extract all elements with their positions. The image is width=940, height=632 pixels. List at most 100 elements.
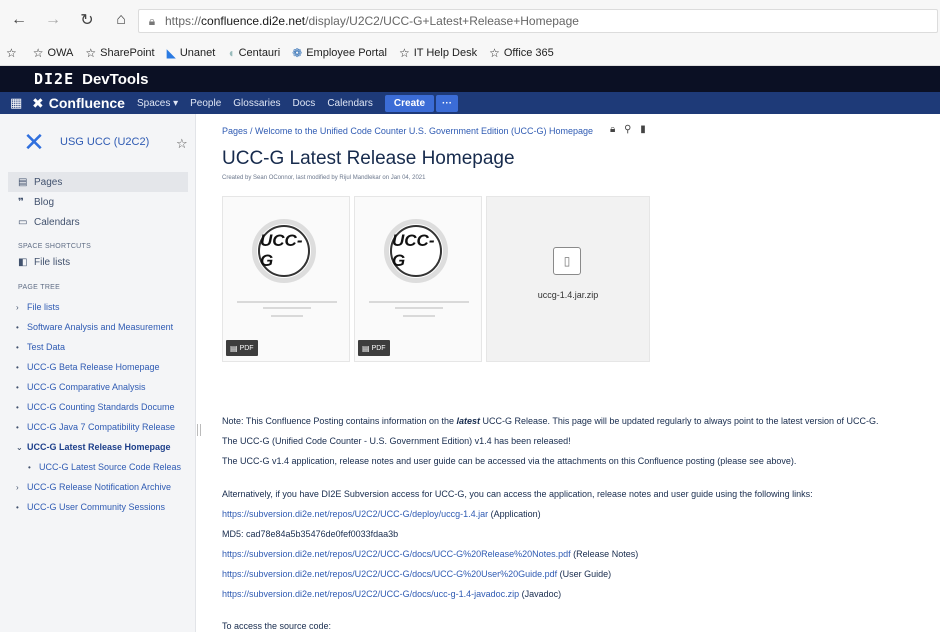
javadoc-link-line: https://subversion.di2e.net/repos/U2C2/U… <box>222 589 562 599</box>
favorite-unanet[interactable]: ◣ Unanet <box>167 46 216 60</box>
attachment-release-notes[interactable]: UCC-G ▤ PDF <box>222 196 350 362</box>
url-host: confluence.di2e.net <box>201 14 306 28</box>
tree-item[interactable]: • UCC-G Comparative Analysis <box>16 382 192 392</box>
space-header[interactable]: ✕ USG UCC (U2C2) <box>20 126 149 157</box>
attachments-icon[interactable]: ⚲ <box>624 124 631 135</box>
sidebar-item-pages[interactable]: ▤ Pages <box>8 172 188 192</box>
bullet-icon: • <box>16 322 19 332</box>
release-notes-link-line: https://subversion.di2e.net/repos/U2C2/U… <box>222 549 639 559</box>
tree-item[interactable]: › UCC-G Release Notification Archive <box>16 482 192 492</box>
jar-link-line: https://subversion.di2e.net/repos/U2C2/U… <box>222 509 541 519</box>
page-tree-heading: PAGE TREE <box>18 284 61 291</box>
bullet-icon: • <box>16 422 19 432</box>
zip-file-icon: ▯ <box>553 247 581 275</box>
favorites-star-icon[interactable]: ☆ <box>6 46 21 60</box>
doc-text-line <box>395 307 443 309</box>
tree-item[interactable]: • UCC-G Counting Standards Docume <box>16 402 192 412</box>
tree-item[interactable]: › File lists <box>16 302 192 312</box>
collapse-chevron-icon[interactable]: ⌄ <box>16 443 27 452</box>
nav-docs[interactable]: Docs <box>293 98 316 109</box>
nav-spaces[interactable]: Spaces ▾ <box>137 98 178 109</box>
alternatively-paragraph: Alternatively, if you have DI2E Subversi… <box>222 489 813 499</box>
bullet-icon: • <box>16 362 19 372</box>
zip-filename: uccg-1.4.jar.zip <box>537 290 599 300</box>
access-paragraph: The UCC-G v1.4 application, release note… <box>222 456 797 466</box>
pdf-badge: ▤ PDF <box>358 340 390 356</box>
expand-chevron-icon[interactable]: › <box>16 303 27 312</box>
user-guide-link-line: https://subversion.di2e.net/repos/U2C2/U… <box>222 569 612 579</box>
doc-text-line <box>403 315 435 317</box>
ucc-g-seal-icon: UCC-G <box>252 219 316 283</box>
jar-link[interactable]: https://subversion.di2e.net/repos/U2C2/U… <box>222 509 488 519</box>
attachment-user-guide[interactable]: UCC-G ▤ PDF <box>354 196 482 362</box>
star-icon: ☆ <box>85 45 97 60</box>
page-info-icon[interactable]: ▮ <box>640 124 646 135</box>
tree-item[interactable]: • UCC-G Beta Release Homepage <box>16 362 192 372</box>
page-byline: Created by Sean OConnor, last modified b… <box>222 175 426 181</box>
favorite-it-help-desk[interactable]: ☆ IT Help Desk <box>399 46 477 60</box>
sidebar-resize-handle[interactable] <box>197 424 201 436</box>
release-notes-link[interactable]: https://subversion.di2e.net/repos/U2C2/U… <box>222 549 571 559</box>
pages-icon: ▤ <box>18 176 28 188</box>
tree-item[interactable]: • UCC-G User Community Sessions <box>16 502 192 512</box>
confluence-x-icon: ✖ <box>32 94 44 111</box>
blog-icon: ❞ <box>18 196 24 208</box>
star-icon: ☆ <box>398 45 410 60</box>
di2e-logo[interactable]: DI2E <box>34 70 74 88</box>
attachment-zip[interactable]: ▯ uccg-1.4.jar.zip <box>486 196 650 362</box>
create-button[interactable]: Create <box>384 94 435 112</box>
source-code-heading: To access the source code: <box>222 621 332 631</box>
favorite-employee-portal[interactable]: ❁ Employee Portal <box>292 46 387 60</box>
shortcut-file-lists[interactable]: ◧ File lists <box>8 252 188 272</box>
md5-line: MD5: cad78e84a5b35476de0fef0033fdaa3b <box>222 529 399 539</box>
favorite-office-365[interactable]: ☆ Office 365 <box>489 46 554 60</box>
sidebar-item-blog[interactable]: ❞ Blog <box>8 192 188 212</box>
space-name[interactable]: USG UCC (U2C2) <box>60 136 149 148</box>
bullet-icon: • <box>16 402 19 412</box>
ucc-g-seal-icon: UCC-G <box>384 219 448 283</box>
expand-chevron-icon[interactable]: › <box>16 483 27 492</box>
favorite-centauri[interactable]: ◖ Centauri <box>227 46 280 60</box>
star-icon: ☆ <box>32 45 44 60</box>
refresh-icon[interactable]: ↻ <box>72 5 102 35</box>
sidebar-item-calendars[interactable]: ▭ Calendars <box>8 212 188 232</box>
note-paragraph: Note: This Confluence Posting contains i… <box>222 416 879 426</box>
bullet-icon: • <box>16 502 19 512</box>
nav-people[interactable]: People <box>190 98 221 109</box>
devtools-title: DevTools <box>82 70 149 88</box>
pdf-icon: ▤ <box>230 343 238 353</box>
confluence-logo[interactable]: ✖ Confluence <box>32 95 125 112</box>
restrictions-icon[interactable]: 🔒︎ <box>610 124 615 135</box>
address-bar[interactable]: 🔒︎ https://confluence.di2e.net/display/U… <box>138 9 938 33</box>
bullet-icon: • <box>16 382 19 392</box>
browser-toolbar: ← → ↻ ⌂ 🔒︎ https://confluence.di2e.net/d… <box>0 0 940 40</box>
more-button[interactable]: ··· <box>436 94 459 112</box>
star-icon: ☆ <box>489 45 500 60</box>
favourite-star-icon[interactable]: ☆ <box>176 136 188 152</box>
space-logo-icon: ✕ <box>23 126 45 157</box>
nav-glossaries[interactable]: Glossaries <box>233 98 280 109</box>
tree-item[interactable]: • Test Data <box>16 342 192 352</box>
user-guide-link[interactable]: https://subversion.di2e.net/repos/U2C2/U… <box>222 569 557 579</box>
bullet-icon: • <box>28 462 31 472</box>
favorite-sharepoint[interactable]: ☆ SharePoint <box>85 46 154 60</box>
tree-item[interactable]: • Software Analysis and Measurement <box>16 322 192 332</box>
latest-emphasis: latest <box>456 416 480 426</box>
breadcrumb[interactable]: Pages / Welcome to the Unified Code Coun… <box>222 126 593 136</box>
tree-item[interactable]: • UCC-G Latest Source Code Releas <box>28 462 188 472</box>
back-arrow-icon[interactable]: ← <box>4 5 34 35</box>
forward-arrow-icon[interactable]: → <box>38 5 68 35</box>
tree-item-current[interactable]: ⌄ UCC-G Latest Release Homepage <box>16 442 192 452</box>
page-content: Pages / Welcome to the Unified Code Coun… <box>222 114 940 632</box>
release-announcement: The UCC-G (Unified Code Counter - U.S. G… <box>222 436 571 446</box>
devtools-header: DI2E DevTools <box>0 66 940 92</box>
favorite-owa[interactable]: ☆ OWA <box>33 46 74 60</box>
javadoc-link[interactable]: https://subversion.di2e.net/repos/U2C2/U… <box>222 589 519 599</box>
doc-text-line <box>271 315 303 317</box>
app-switcher-icon[interactable]: ▦ <box>10 95 32 111</box>
pdf-badge: ▤ PDF <box>226 340 258 356</box>
home-icon[interactable]: ⌂ <box>106 5 136 35</box>
favorites-bar: ☆ ☆ OWA ☆ SharePoint ◣ Unanet ◖ Centauri ❁ Em… <box>0 40 940 66</box>
tree-item[interactable]: • UCC-G Java 7 Compatibility Release <box>16 422 192 432</box>
nav-calendars[interactable]: Calendars <box>327 98 373 109</box>
